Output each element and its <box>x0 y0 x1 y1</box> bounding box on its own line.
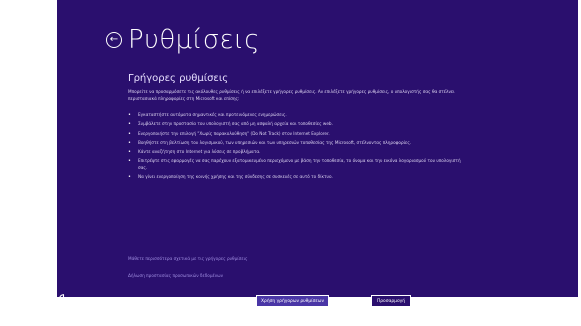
back-arrow-icon[interactable]: ← <box>106 32 122 48</box>
list-item: Εγκαταστήστε αυτόματα σημαντικές και προ… <box>128 112 468 119</box>
list-item: Ενεργοποιήστε την επιλογή "Χωρίς παρακολ… <box>128 131 468 138</box>
list-item: Συμβάλετε στην προστασία του υπολογιστή … <box>128 121 468 128</box>
list-item: Επιτρέψτε στις εφαρμογές να σας παρέχουν… <box>128 158 468 171</box>
page-title: Ρυθμίσεις <box>128 25 260 55</box>
settings-screen: ← Ρυθμίσεις Γρήγορες ρυθμίσεις Μπορείτε … <box>57 0 578 297</box>
customize-button[interactable]: Προσαρμογή <box>371 295 411 307</box>
ease-of-access-icon-svg <box>59 294 68 303</box>
intro-text: Μπορείτε να προσαρμόσετε τις ακόλουθες ρ… <box>128 89 455 101</box>
language-indicator[interactable]: ΕΛ <box>431 297 438 303</box>
express-settings-button[interactable]: Χρήση γρήγορων ρυθμίσεων <box>256 295 329 307</box>
list-item: Βοηθήστε στη βελτίωση του λογισμικού, τω… <box>128 140 468 147</box>
list-item: Να γίνει ενεργοποίηση της κοινής χρήσης … <box>128 174 468 181</box>
express-settings-list: Εγκαταστήστε αυτόματα σημαντικές και προ… <box>128 112 468 183</box>
list-item: Κάντε αναζήτηση στο Internet για λύσεις … <box>128 149 468 156</box>
learn-more-link[interactable]: Μάθετε περισσότερα σχετικά με τις γρήγορ… <box>128 256 247 261</box>
section-subtitle: Γρήγορες ρυθμίσεις <box>128 73 229 84</box>
ease-of-access-icon[interactable] <box>58 293 69 307</box>
privacy-statement-link[interactable]: Δήλωση προστασίας προσωπικών δεδομένων <box>128 273 223 278</box>
